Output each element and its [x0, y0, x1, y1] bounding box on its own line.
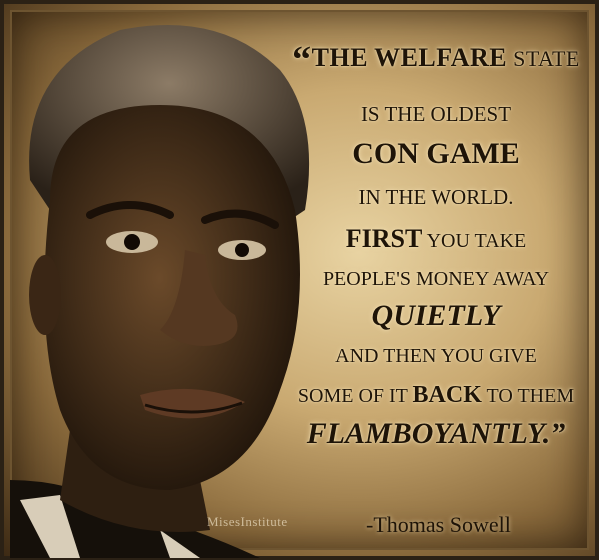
quote-text: “The WELFARE state is the oldest CON GAM…	[286, 30, 586, 451]
quote-line-10: FLAMBOYANTLY.”	[306, 417, 566, 450]
quote-line-3: CON GAME	[352, 137, 520, 170]
quote-line-1: “The WELFARE state	[286, 38, 586, 82]
portrait-illustration	[10, 25, 310, 558]
poster-frame: “The WELFARE state is the oldest CON GAM…	[0, 0, 599, 560]
quote-word-first: First	[345, 224, 423, 253]
quote-word-the: The	[311, 43, 369, 72]
mises-institute-logo: MisesInstitute	[207, 514, 288, 529]
quote-line-8: and then you give	[335, 345, 537, 367]
quote-line-2: is the oldest	[360, 102, 512, 126]
quote-word-welfare: WELFARE	[374, 43, 508, 72]
quote-words-some-of-it: some of it	[297, 385, 408, 407]
quote-word-state: state	[513, 46, 580, 71]
quote-line-9: some of it BACK to them	[286, 382, 586, 409]
quote-words-to-them: to them	[486, 385, 575, 407]
quote-word-back: BACK	[412, 382, 482, 408]
open-quote-mark: “	[292, 39, 312, 81]
quote-line-6: people's money away	[322, 268, 550, 290]
quote-line-7: QUIETLY	[371, 299, 501, 332]
quote-line-5: First you take	[286, 224, 586, 254]
quote-author: -Thomas Sowell	[366, 512, 511, 537]
quote-line-4: in the world.	[358, 185, 514, 209]
quote-words-you-take: you take	[426, 230, 527, 252]
